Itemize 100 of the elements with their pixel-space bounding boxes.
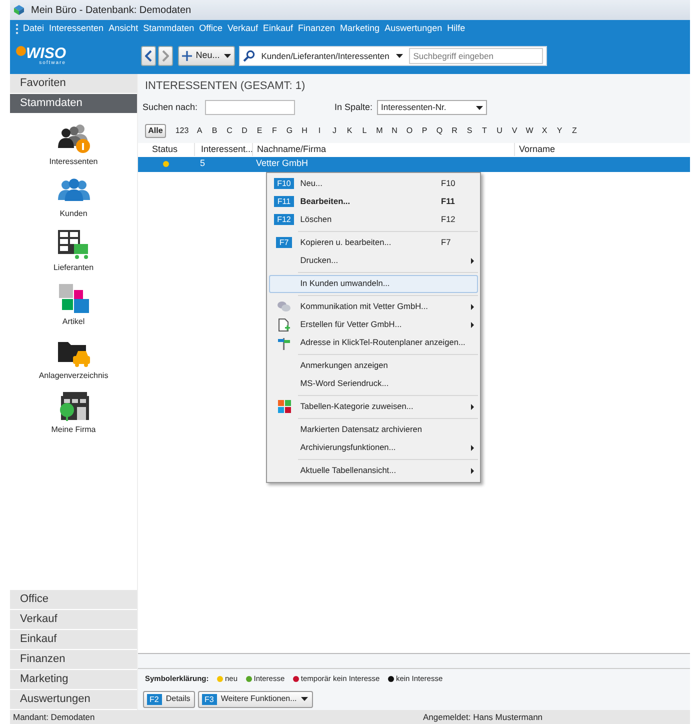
letter-filter[interactable]: T — [477, 124, 492, 136]
menu-item[interactable]: Hilfe — [447, 22, 466, 36]
menu-item[interactable]: Einkauf — [262, 22, 294, 36]
letter-filter[interactable]: Y — [552, 124, 567, 136]
column-header[interactable]: Interessent... — [194, 142, 252, 156]
column-header[interactable]: Vorname — [514, 142, 674, 156]
module-label[interactable]: Lieferanten — [53, 262, 94, 274]
search-field[interactable]: Suchbegriff eingeben — [409, 48, 544, 64]
letter-filter[interactable]: G — [282, 124, 297, 136]
letter-filter[interactable]: 123 — [172, 124, 192, 136]
sidebar-nav-item[interactable]: Auswertungen — [10, 690, 137, 710]
context-menu-item[interactable]: Erstellen für Vetter GmbH... — [269, 316, 478, 334]
letter-filter[interactable]: F — [267, 124, 282, 136]
search-input-field[interactable] — [204, 100, 294, 115]
footer-button[interactable]: F2 Details — [142, 690, 196, 708]
letter-filter[interactable]: B — [207, 124, 222, 136]
context-menu-item[interactable]: Archivierungsfunktionen... — [269, 438, 478, 456]
shortcut-text: F10 — [441, 177, 456, 190]
sidebar-nav-item[interactable]: Stammdaten — [10, 94, 137, 114]
letter-filter[interactable]: I — [312, 124, 327, 136]
shortcut-key: F12 — [274, 214, 294, 225]
column-dropdown[interactable]: Interessenten-Nr. — [377, 100, 488, 115]
context-menu-item[interactable]: Tabellen-Kategorie zuweisen... — [269, 398, 478, 416]
sidebar-nav-item[interactable]: Finanzen — [10, 650, 137, 670]
caret-icon — [396, 54, 404, 58]
footer-button[interactable]: F3 Weitere Funktionen... — [198, 690, 313, 708]
context-menu-item[interactable]: Aktuelle Tabellenansicht... — [269, 462, 478, 480]
letter-filter[interactable]: S — [462, 124, 477, 136]
context-menu-item[interactable]: F7 Kopieren u. bearbeiten... F7 — [269, 234, 478, 252]
module-label[interactable]: Artikel — [62, 316, 85, 328]
menu-item[interactable]: Finanzen — [298, 22, 336, 36]
column-header[interactable]: Status — [138, 142, 194, 156]
sidebar-nav-item[interactable]: Marketing — [10, 670, 137, 690]
new-button[interactable]: Neu... — [178, 46, 235, 66]
module-label[interactable]: Interessenten — [49, 156, 98, 168]
letter-filter[interactable]: Alle — [145, 124, 166, 138]
menu-item[interactable]: Auswertungen — [384, 22, 442, 36]
search-icon — [243, 50, 256, 62]
module-label[interactable]: Anlagenverzeichnis — [38, 370, 108, 382]
letter-filter[interactable]: R — [447, 124, 462, 136]
colored-squares-icon — [56, 282, 90, 314]
context-menu-item[interactable]: Kommunikation mit Vetter GmbH... — [269, 298, 478, 316]
shortcut-text: F12 — [441, 213, 456, 226]
forward-button[interactable] — [158, 46, 174, 66]
letter-filter[interactable]: D — [237, 124, 252, 136]
sidebar-nav-item[interactable]: Einkauf — [10, 630, 137, 650]
context-menu-item[interactable]: Adresse in KlickTel-Routenplaner anzeigen... — [269, 334, 478, 352]
letter-filter[interactable]: U — [492, 124, 507, 136]
letter-filter[interactable]: N — [387, 124, 402, 136]
window-title: Mein Büro - Datenbank: Demodaten — [31, 4, 192, 18]
letter-filter[interactable]: C — [222, 124, 237, 136]
letter-filter[interactable]: M — [372, 124, 387, 136]
context-menu-item[interactable]: Markierten Datensatz archivieren — [269, 420, 478, 438]
context-menu-item[interactable]: Anmerkungen anzeigen — [269, 356, 478, 374]
shortcut-key: F3 — [202, 694, 217, 704]
menu-item[interactable]: Marketing — [340, 22, 380, 36]
letter-filter[interactable]: L — [357, 124, 372, 136]
status-text: Mandant: Demodaten — [13, 710, 96, 724]
letter-filter[interactable]: J — [327, 124, 342, 136]
shortcut-text: F11 — [441, 195, 456, 208]
table-row[interactable]: 5 Vetter GmbH — [138, 156, 690, 172]
letter-filter[interactable]: V — [507, 124, 522, 136]
status-text: Angemeldet: Hans Mustermann — [423, 710, 543, 724]
field-label: In Spalte: — [334, 100, 373, 114]
letter-filter[interactable]: Z — [567, 124, 582, 136]
logo-badge-icon — [16, 46, 26, 56]
letter-filter[interactable]: O — [402, 124, 417, 136]
column-header[interactable]: Nachname/Firma — [252, 142, 514, 156]
letter-filter[interactable]: P — [417, 124, 432, 136]
context-menu-item[interactable]: Drucken... — [269, 252, 478, 270]
letter-filter[interactable]: X — [537, 124, 552, 136]
context-menu-item[interactable]: F10 Neu... F10 — [269, 174, 478, 192]
menu-item[interactable]: Datei — [23, 22, 44, 36]
context-menu-item[interactable]: F11 Bearbeiten... F11 — [269, 192, 478, 210]
menu-item[interactable]: Interessenten — [49, 22, 104, 36]
menu-item[interactable]: Ansicht — [108, 22, 138, 36]
context-menu-item[interactable]: In Kunden umwandeln... — [269, 274, 478, 292]
sidebar-nav-item[interactable]: Favoriten — [10, 74, 137, 94]
sidebar-nav-item[interactable]: Office — [10, 590, 137, 610]
back-button[interactable] — [141, 46, 156, 66]
letter-filter[interactable]: K — [342, 124, 357, 136]
sidebar-nav-item[interactable]: Verkauf — [10, 610, 137, 630]
module-label[interactable]: Meine Firma — [51, 424, 96, 436]
chevron-left-icon — [145, 50, 152, 62]
table-cell-text: 5 — [199, 157, 206, 170]
letter-filter[interactable]: E — [252, 124, 267, 136]
letter-filter[interactable]: H — [297, 124, 312, 136]
context-menu-item[interactable]: MS-Word Seriendruck... — [269, 374, 478, 392]
module-label[interactable]: Kunden — [60, 208, 88, 220]
menu-item[interactable]: Stammdaten — [143, 22, 194, 36]
letter-filter[interactable]: A — [192, 124, 207, 136]
menu-item[interactable]: Verkauf — [227, 22, 258, 36]
signpost-icon — [277, 336, 291, 350]
logo-text: WISO — [26, 46, 66, 61]
menu-item[interactable]: Office — [199, 22, 222, 36]
app-icon — [13, 4, 25, 16]
context-menu-item[interactable]: F12 Löschen F12 — [269, 210, 478, 228]
letter-filter[interactable]: W — [522, 124, 537, 136]
caret-icon — [224, 54, 231, 58]
letter-filter[interactable]: Q — [432, 124, 447, 136]
